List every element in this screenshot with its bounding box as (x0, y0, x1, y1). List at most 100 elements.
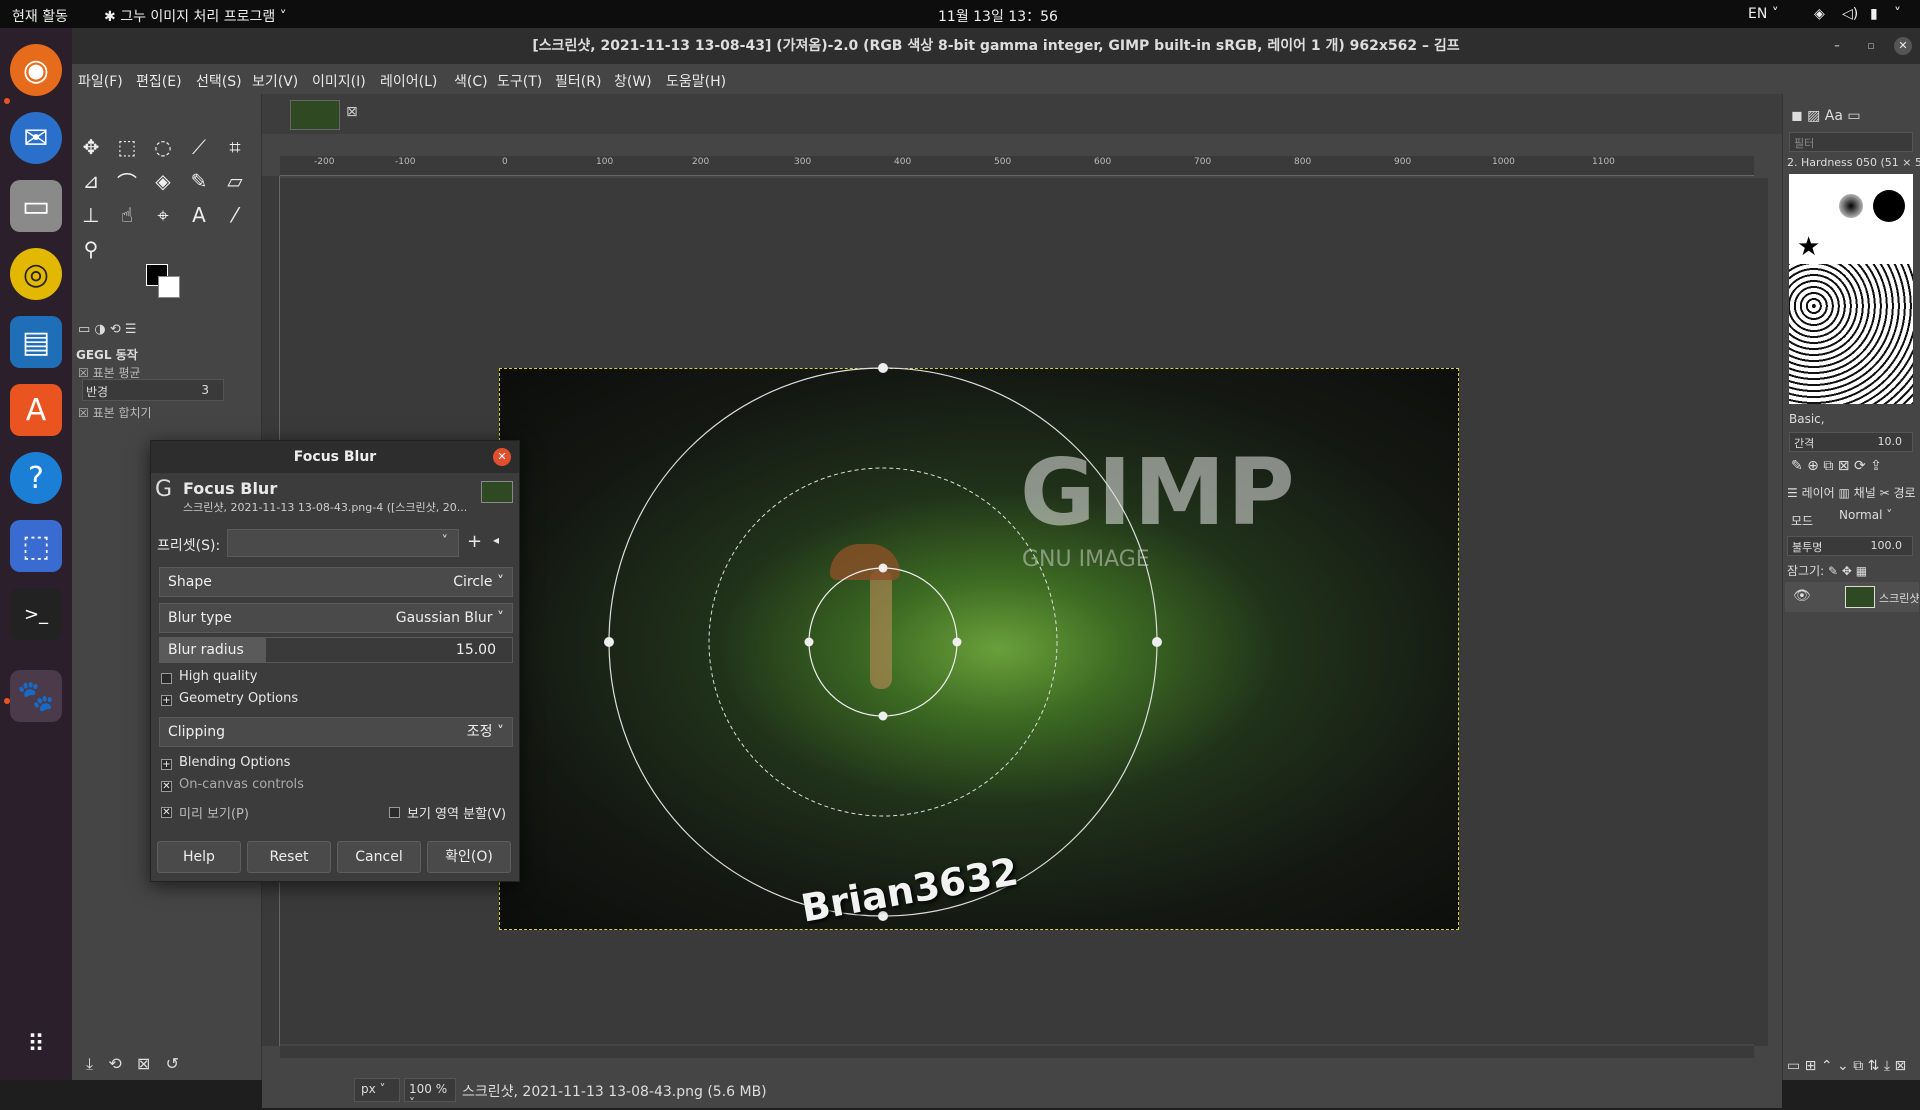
path-icon[interactable]: ⌖ (148, 200, 178, 230)
ok-button[interactable]: 확인(O) (427, 841, 511, 873)
clock[interactable]: 11월 13일 13：56 (938, 6, 1058, 26)
menu-tools[interactable]: 도구(T) (497, 71, 542, 91)
text-tool-icon[interactable]: A (184, 200, 214, 230)
bucket-icon[interactable]: ◈ (148, 166, 178, 196)
vertical-scrollbar[interactable] (1754, 178, 1768, 1046)
menu-view[interactable]: 보기(V) (252, 71, 298, 91)
warp-icon[interactable]: ⌒ (112, 166, 142, 196)
brush-grid[interactable]: ★ (1789, 174, 1913, 404)
dialog-close-icon[interactable]: ✕ (493, 448, 511, 466)
preview-checkbox[interactable]: ✕ (161, 807, 172, 818)
preset-menu-icon[interactable]: ◂ (493, 533, 499, 547)
transform-icon[interactable]: ⊿ (76, 166, 106, 196)
image-tab-thumbnail[interactable] (290, 100, 340, 130)
geometry-expander[interactable]: + (161, 695, 172, 706)
menu-help[interactable]: 도움말(H) (666, 71, 726, 91)
software-icon[interactable]: A (10, 384, 62, 436)
activities-button[interactable]: 현재 활동 (12, 6, 68, 26)
toolbox-bottom-icons[interactable]: ⤓ ⟲ ⊠ ↺ (86, 1054, 179, 1074)
wifi-icon[interactable]: ◈ (1814, 6, 1825, 22)
clipping-select[interactable]: Clipping 조정 ˅ (159, 717, 513, 747)
firefox-icon[interactable]: ◉ (10, 44, 62, 96)
terminal-icon[interactable]: >_ (10, 588, 62, 640)
menu-file[interactable]: 파일(F) (78, 71, 123, 91)
menu-image[interactable]: 이미지(I) (312, 71, 366, 91)
preset-add-icon[interactable]: + (467, 531, 482, 552)
spacing-field[interactable]: 간격 10.0 (1789, 432, 1913, 452)
sample-merge-check[interactable]: ☒ 표본 합치기 (78, 404, 152, 421)
picker-icon[interactable]: ⁄ (220, 200, 250, 230)
image-tab-close-icon[interactable]: ⊠ (346, 104, 358, 120)
preset-select[interactable]: ˅ (227, 529, 459, 557)
minimize-icon[interactable]: – (1828, 37, 1846, 55)
menu-edit[interactable]: 편집(E) (136, 71, 182, 91)
opacity-field[interactable]: 불투명 100.0 (1787, 536, 1913, 556)
brush-actions[interactable]: ✎ ⊕ ⧉ ⊠ ⟳ ⇪ (1791, 458, 1882, 474)
radius-field[interactable]: 반경 3 (82, 379, 224, 401)
files-icon[interactable]: ▭ (10, 180, 62, 232)
brush-star-icon[interactable]: ★ (1797, 232, 1820, 262)
eraser-icon[interactable]: ▱ (220, 166, 250, 196)
app-menu[interactable]: ✱ 그누 이미지 처리 프로그램 ˅ (104, 6, 287, 26)
lasso-icon[interactable]: ◌ (148, 132, 178, 162)
help-button[interactable]: Help (157, 841, 241, 873)
menu-filters[interactable]: 필터(R) (555, 71, 601, 91)
thunderbird-icon[interactable]: ✉ (10, 112, 62, 164)
shape-select[interactable]: Shape Circle ˅ (159, 567, 513, 597)
brush-icon[interactable]: ✎ (184, 166, 214, 196)
tool-options-tabs[interactable]: ▭ ◑ ⟲ ☰ (78, 322, 137, 337)
menu-select[interactable]: 선택(S) (196, 71, 242, 91)
blur-radius-slider[interactable]: Blur radius 15.00 (159, 637, 513, 663)
brush-filter-input[interactable]: 필터 (1789, 132, 1913, 152)
split-view-checkbox[interactable] (389, 807, 400, 818)
tab-layers[interactable]: 레이어 (1802, 486, 1835, 500)
smudge-icon[interactable]: ☝ (112, 200, 142, 230)
brush-textures[interactable] (1789, 264, 1913, 404)
layer-row[interactable]: 👁 스크린샷, 2021- (1785, 582, 1919, 612)
rect-select-icon[interactable]: ⬚ (112, 132, 142, 162)
language-indicator[interactable]: EN ˅ (1748, 6, 1779, 22)
move-tool-icon[interactable]: ✥ (76, 132, 106, 162)
reset-button[interactable]: Reset (247, 841, 331, 873)
blending-expander[interactable]: + (161, 759, 172, 770)
clipping-value: 조정 (466, 724, 493, 740)
screenshot-icon[interactable]: ⬚ (10, 520, 62, 572)
geometry-label[interactable]: Geometry Options (179, 691, 298, 706)
brush-swatch[interactable] (1839, 194, 1863, 218)
system-menu-chevron-icon[interactable]: ˅ (1894, 6, 1901, 22)
cancel-button[interactable]: Cancel (337, 841, 421, 873)
maximize-icon[interactable]: ▫ (1862, 37, 1880, 55)
battery-icon[interactable]: ▮ (1870, 6, 1878, 22)
visibility-eye-icon[interactable]: 👁 (1793, 588, 1811, 604)
background-color[interactable] (158, 276, 180, 298)
clone-icon[interactable]: ⊥ (76, 200, 106, 230)
menu-layer[interactable]: 레이어(L) (380, 71, 437, 91)
layer-actions[interactable]: ▭ ⊞ ⌃ ⌄ ⧉ ⇅ ⤓ ⊠ (1787, 1058, 1906, 1074)
unit-select[interactable]: px ˅ (354, 1078, 400, 1102)
menu-windows[interactable]: 창(W) (614, 71, 652, 91)
tab-paths[interactable]: 경로 (1893, 486, 1915, 500)
fuzzy-select-icon[interactable]: ⟋ (184, 132, 214, 162)
high-quality-checkbox[interactable] (161, 673, 172, 684)
zoom-tool-icon[interactable]: ⚲ (76, 234, 106, 264)
horizontal-scrollbar[interactable] (280, 1046, 1754, 1058)
help-icon[interactable]: ? (10, 452, 62, 504)
blur-type-select[interactable]: Blur type Gaussian Blur ˅ (159, 603, 513, 633)
layers-tabs[interactable]: ☰ 레이어 ▥ 채널 ✂ 경로 (1787, 484, 1916, 501)
brush-tabs[interactable]: ◼ ▨ Aa ▭ (1791, 108, 1861, 124)
on-canvas-checkbox[interactable]: ✕ (161, 781, 172, 792)
brush-swatch[interactable] (1873, 190, 1905, 222)
rhythmbox-icon[interactable]: ◎ (10, 248, 62, 300)
crop-icon[interactable]: ⌗ (220, 132, 250, 162)
writer-icon[interactable]: ▤ (10, 316, 62, 368)
opacity-value: 100.0 (1870, 539, 1903, 552)
gimp-icon[interactable]: 🐾 (10, 670, 62, 722)
show-apps-icon[interactable]: ⠿ (10, 1018, 62, 1070)
zoom-select[interactable]: 100 % ˅ (404, 1078, 456, 1110)
mode-select[interactable]: Normal ˅ (1839, 508, 1899, 528)
close-icon[interactable]: ✕ (1894, 37, 1912, 55)
blending-label[interactable]: Blending Options (179, 755, 290, 770)
tab-channels[interactable]: 채널 (1854, 486, 1876, 500)
menu-colors[interactable]: 색(C) (454, 71, 488, 91)
volume-icon[interactable]: ◁) (1842, 6, 1858, 22)
